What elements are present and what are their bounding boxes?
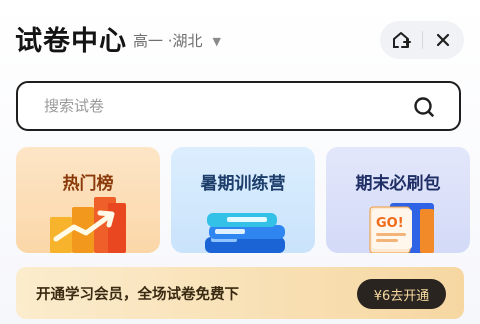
page-title: 试卷中心 [15, 26, 127, 57]
mini-program-capsule [380, 21, 464, 59]
go-book-icon: GO! [369, 203, 434, 253]
header: 试卷中心 高一 ·湖北 ▼ [0, 0, 480, 78]
membership-promo-text: 开通学习会员，全场试卷免费下 [36, 286, 239, 303]
add-to-home-icon [392, 32, 411, 48]
svg-text:GO!: GO! [376, 216, 404, 231]
search-input[interactable] [42, 96, 386, 116]
activate-membership-button[interactable]: ¥6去开通 [357, 279, 446, 309]
final-exam-pack-card[interactable]: 期末必刷包 GO! [326, 147, 470, 253]
caret-down-icon: ▼ [212, 35, 222, 48]
grade-region-label: 高一 ·湖北 [133, 32, 203, 50]
close-button[interactable] [422, 21, 464, 59]
summer-camp-card[interactable]: 暑期训练营 [171, 147, 315, 253]
trending-chart-icon [50, 197, 126, 253]
add-to-home-button[interactable] [380, 21, 422, 59]
grade-region-selector[interactable]: 高一 ·湖北 ▼ [133, 30, 221, 51]
search-icon[interactable] [413, 96, 435, 118]
membership-banner[interactable]: 开通学习会员，全场试卷免费下 ¥6去开通 [16, 267, 464, 319]
close-icon [437, 33, 450, 47]
hot-ranking-card[interactable]: 热门榜 [16, 147, 160, 253]
book-stack-icon [205, 213, 285, 253]
search-bar[interactable] [16, 81, 461, 131]
